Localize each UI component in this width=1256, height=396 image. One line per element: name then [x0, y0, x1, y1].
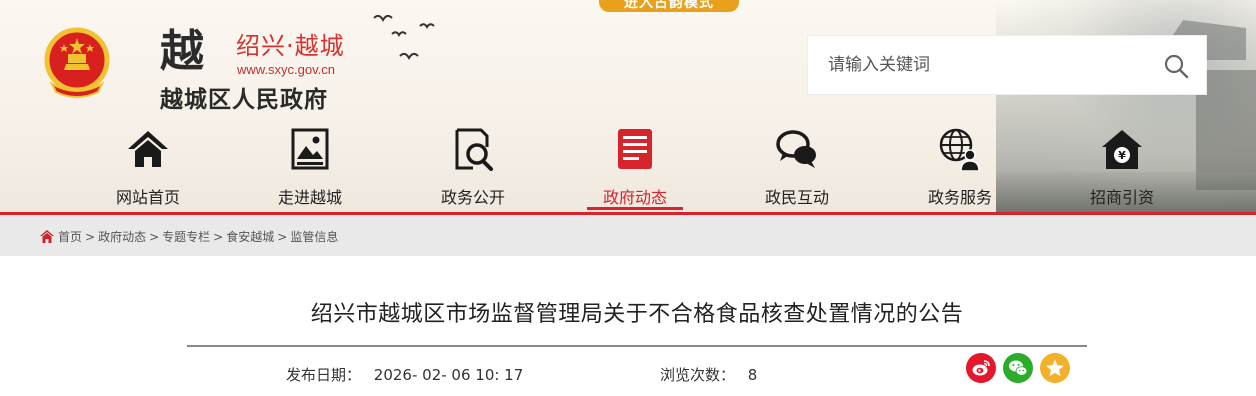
news-icon	[618, 129, 652, 169]
classic-mode-button[interactable]: 进入古韵模式	[599, 0, 739, 12]
nav-item-investment[interactable]: ¥ 招商引资	[1040, 120, 1204, 212]
nav-label: 网站首页	[115, 188, 180, 207]
breadcrumb-food-safety[interactable]: 食安越城	[226, 228, 274, 245]
breadcrumb-supervision-info[interactable]: 监管信息	[290, 228, 338, 245]
publish-date: 发布日期： 2026- 02- 06 10: 17	[286, 364, 523, 385]
home-icon	[128, 131, 168, 167]
nav-item-open-affairs[interactable]: 政务公开	[391, 120, 555, 212]
breadcrumb-separator: >	[149, 229, 160, 244]
site-name: 越城区人民政府	[160, 87, 328, 113]
birds-decoration-icon	[373, 14, 435, 61]
nav-item-about[interactable]: 走进越城	[228, 120, 392, 212]
nav-label: 政府动态	[602, 188, 667, 207]
breadcrumb-separator: >	[277, 229, 288, 244]
favorite-button[interactable]	[1040, 353, 1070, 383]
weibo-share-icon	[972, 360, 990, 376]
nav-item-services[interactable]: 政务服务	[878, 120, 1042, 212]
breadcrumb: 首页 > 政府动态 > 专题专栏 > 食安越城 > 监管信息	[40, 228, 338, 245]
view-count-value: 8	[747, 366, 758, 384]
logo-calligraphy-char: 越	[160, 26, 204, 77]
nav-label: 政务服务	[927, 188, 992, 207]
breadcrumb-special-topics[interactable]: 专题专栏	[162, 228, 210, 245]
yuan-house-icon: ¥	[1102, 130, 1142, 169]
main-nav: 网站首页 走进越城 政务公开 政府动态 政民互动 政务服务 ¥ 招商引资	[66, 120, 1206, 212]
nav-active-underline	[587, 207, 683, 210]
nav-label: 招商引资	[1089, 188, 1154, 207]
breadcrumb-home[interactable]: 首页	[58, 228, 82, 245]
svg-text:¥: ¥	[1118, 149, 1126, 162]
document-search-icon	[455, 128, 493, 171]
logo-url: www.sxyc.gov.cn	[237, 62, 336, 77]
breadcrumb-gov-news[interactable]: 政府动态	[98, 228, 146, 245]
breadcrumb-bar: 首页 > 政府动态 > 专题专栏 > 食安越城 > 监管信息	[0, 215, 1256, 256]
search-box	[807, 35, 1207, 95]
nav-label: 政务公开	[440, 188, 505, 207]
globe-user-icon	[939, 128, 980, 171]
breadcrumb-separator: >	[85, 229, 96, 244]
publish-date-label: 发布日期：	[286, 366, 362, 384]
wechat-share-button[interactable]	[1003, 353, 1033, 383]
weibo-share-button[interactable]	[966, 353, 996, 383]
publish-date-value: 2026- 02- 06 10: 17	[373, 366, 524, 384]
wechat-share-icon	[1009, 360, 1028, 376]
nav-label: 走进越城	[277, 188, 342, 207]
site-header: 进入古韵模式 越 绍兴·越城 www.sxyc.gov.cn 越城区人民政府 请…	[0, 0, 1256, 212]
search-icon[interactable]	[1162, 52, 1190, 80]
home-small-icon	[40, 230, 54, 243]
national-emblem-icon	[44, 27, 110, 98]
logo-brand: 绍兴·越城	[236, 32, 345, 60]
view-count: 浏览次数： 8	[660, 364, 757, 385]
nav-item-gov-news[interactable]: 政府动态	[553, 120, 717, 212]
favorite-star-icon	[1046, 359, 1064, 377]
nav-item-interaction[interactable]: 政民互动	[715, 120, 879, 212]
nav-label: 政民互动	[764, 188, 829, 207]
search-input[interactable]	[808, 36, 1148, 94]
view-count-label: 浏览次数：	[660, 366, 736, 384]
picture-icon	[291, 128, 329, 170]
title-divider	[187, 345, 1087, 347]
nav-item-home[interactable]: 网站首页	[66, 120, 230, 212]
breadcrumb-separator: >	[213, 229, 224, 244]
article-title: 绍兴市越城区市场监督管理局关于不合格食品核查处置情况的公告	[310, 302, 964, 327]
chat-bubbles-icon	[776, 130, 816, 168]
